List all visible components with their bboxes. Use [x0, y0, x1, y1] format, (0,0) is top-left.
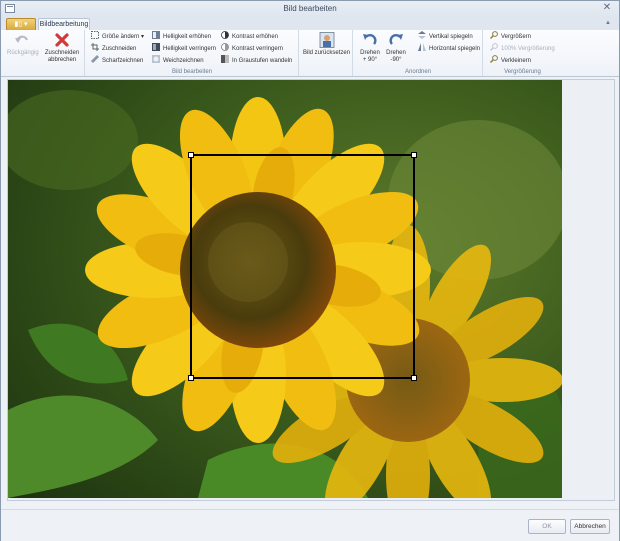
contrast-down-icon: [221, 43, 229, 52]
flip-horizontal-button[interactable]: Horizontal spiegeln: [418, 43, 481, 54]
grayscale-label: In Graustufen wandeln: [232, 58, 293, 64]
reset-image-label: Bild zurücksetzen: [302, 50, 351, 56]
crop-handle-top-left[interactable]: [188, 152, 194, 158]
ribbon-collapse-icon[interactable]: ▲: [605, 20, 611, 26]
brightness-down-button[interactable]: Helligkeit verringern: [152, 43, 217, 54]
soften-label: Weichzeichnen: [163, 58, 204, 64]
ribbon-group-reset: Bild zurücksetzen: [300, 30, 353, 76]
zoom-in-button[interactable]: Vergrößern: [490, 31, 532, 42]
rotate-left-button[interactable]: Drehen + 90°: [358, 32, 382, 64]
ribbon-group-edit: Größe ändern ▾ Zuschneiden Scharfzeichne…: [86, 30, 299, 76]
zoom-in-icon: [490, 31, 498, 40]
crop-handle-bottom-right[interactable]: [411, 375, 417, 381]
reset-image-button[interactable]: Bild zurücksetzen: [302, 32, 351, 57]
grayscale-button[interactable]: In Graustufen wandeln: [221, 55, 293, 66]
tab-image-editing[interactable]: Bildbearbeitung: [38, 18, 90, 30]
cancel-button[interactable]: Abbrechen: [570, 519, 610, 534]
contrast-down-label: Kontrast verringern: [232, 46, 284, 52]
flip-horizontal-icon: [418, 43, 426, 52]
rotate-left-label-1: Drehen: [360, 50, 380, 56]
close-button[interactable]: ✕: [599, 1, 615, 15]
undo-button[interactable]: Rückgängig: [7, 32, 39, 57]
ribbon-group-zoom: Vergrößern 100% Vergrößerung Verkleinern…: [484, 30, 561, 76]
app-menu-button[interactable]: ▮▯ ▾: [6, 18, 36, 30]
flip-vertical-label: Vertikal spiegeln: [429, 34, 473, 40]
ribbon-group-arrange: Drehen + 90° Drehen -90° Vertikal spiege…: [354, 30, 483, 76]
edit-group-label: Bild bearbeiten: [171, 69, 213, 75]
rotate-right-label-1: Drehen: [386, 50, 406, 56]
resize-label: Größe ändern: [102, 34, 140, 40]
close-icon: ✕: [602, 2, 612, 13]
grayscale-icon: [221, 55, 229, 64]
sharpen-icon: [91, 55, 99, 64]
cancel-x-icon: [55, 33, 69, 47]
crop-icon: [91, 43, 99, 52]
brightness-down-label: Helligkeit verringern: [163, 46, 217, 52]
resize-button[interactable]: Größe ändern ▾: [91, 31, 144, 42]
dialog-footer: OK Abbrechen: [1, 509, 619, 541]
zoom-in-label: Vergrößern: [501, 34, 532, 40]
title-bar[interactable]: Bild bearbeiten ✕: [1, 1, 619, 17]
reset-image-icon: [319, 32, 334, 48]
zoom-group-label: Vergrößerung: [504, 69, 541, 75]
window-title: Bild bearbeiten: [283, 4, 337, 13]
rotate-right-icon: [389, 34, 403, 45]
flip-vertical-icon: [418, 31, 426, 40]
sharpen-label: Scharfzeichnen: [102, 58, 144, 64]
brightness-up-label: Helligkeit erhöhen: [163, 34, 212, 40]
undo-label: Rückgängig: [7, 50, 39, 56]
crop-selection-box[interactable]: [188, 152, 417, 381]
crop-button[interactable]: Zuschneiden: [91, 43, 137, 54]
rotate-left-label-2: + 90°: [362, 57, 378, 63]
contrast-down-button[interactable]: Kontrast verringern: [221, 43, 284, 54]
crop-handle-bottom-left[interactable]: [188, 375, 194, 381]
ribbon: Rückgängig Zuschneiden abbrechen Größe ä…: [1, 30, 619, 77]
brightness-up-button[interactable]: Helligkeit erhöhen: [152, 31, 212, 42]
cancel-crop-button[interactable]: Zuschneiden abbrechen: [43, 32, 81, 64]
ribbon-group-history: Rückgängig Zuschneiden abbrechen: [1, 30, 85, 76]
rotate-left-icon: [363, 34, 377, 45]
cancel-crop-label-1: Zuschneiden: [44, 50, 80, 56]
arrange-group-label: Anordnen: [404, 69, 432, 75]
zoom-100-label: 100% Vergrößerung: [501, 46, 555, 52]
ok-button[interactable]: OK: [528, 519, 566, 534]
resize-icon: [91, 31, 99, 40]
undo-icon: [15, 35, 29, 43]
edit-image-window: Bild bearbeiten ✕ ▮▯ ▾ Bildbearbeitung ▲…: [0, 0, 620, 541]
zoom-out-icon: [490, 55, 498, 64]
contrast-up-label: Kontrast erhöhen: [232, 34, 279, 40]
zoom-out-label: Verkleinern: [501, 58, 532, 64]
crop-label: Zuschneiden: [102, 46, 137, 52]
soften-button[interactable]: Weichzeichnen: [152, 55, 204, 66]
contrast-up-icon: [221, 31, 229, 40]
ribbon-tab-row: ▮▯ ▾ Bildbearbeitung ▲: [1, 17, 619, 30]
zoom-100-icon: [490, 43, 498, 52]
zoom-100-button[interactable]: 100% Vergrößerung: [490, 43, 555, 54]
brightness-up-icon: [152, 31, 160, 40]
zoom-out-button[interactable]: Verkleinern: [490, 55, 532, 66]
sharpen-button[interactable]: Scharfzeichnen: [91, 55, 144, 66]
cancel-crop-label-2: abbrechen: [47, 57, 77, 63]
crop-handle-top-right[interactable]: [411, 152, 417, 158]
rotate-right-button[interactable]: Drehen -90°: [384, 32, 408, 64]
soften-icon: [152, 55, 160, 64]
flip-vertical-button[interactable]: Vertikal spiegeln: [418, 31, 473, 42]
brightness-down-icon: [152, 43, 160, 52]
contrast-up-button[interactable]: Kontrast erhöhen: [221, 31, 279, 42]
rotate-right-label-2: -90°: [390, 57, 402, 63]
flip-horizontal-label: Horizontal spiegeln: [429, 46, 481, 52]
